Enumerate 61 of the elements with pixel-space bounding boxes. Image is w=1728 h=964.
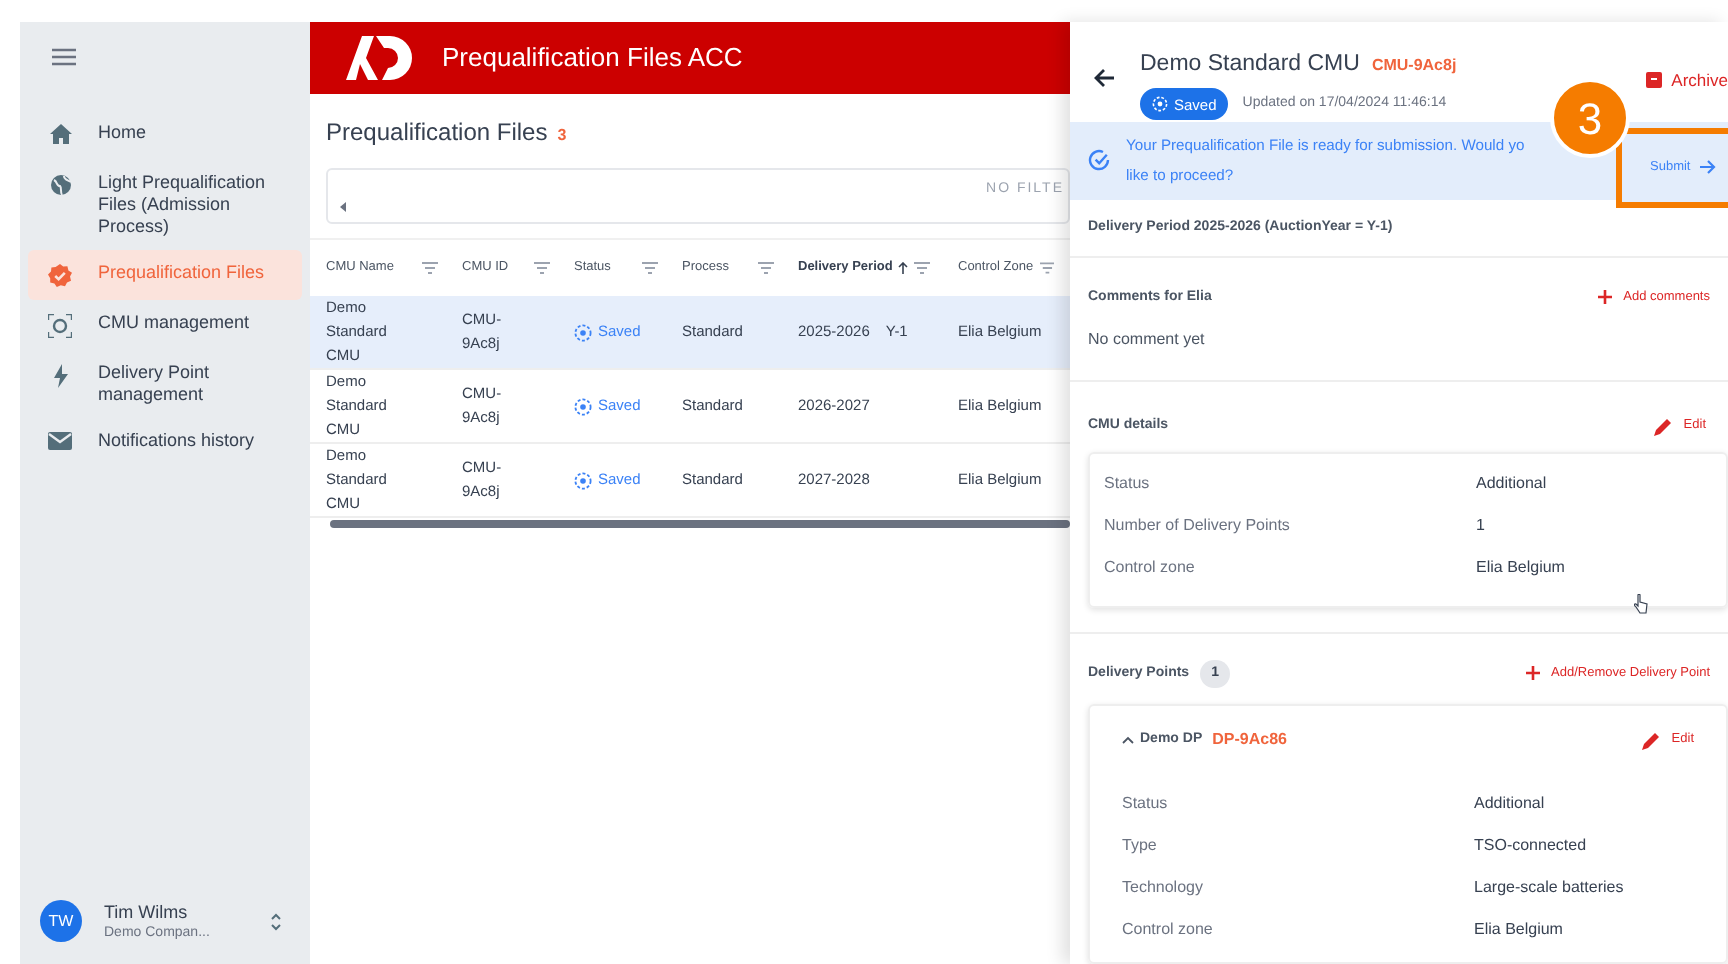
horizontal-scrollbar[interactable] bbox=[330, 520, 1070, 528]
field-value: TSO-connected bbox=[1474, 834, 1587, 858]
user-name: Tim Wilms bbox=[104, 901, 190, 923]
field-label: Technology bbox=[1122, 876, 1205, 900]
mail-icon bbox=[48, 432, 72, 450]
plus-icon bbox=[1525, 666, 1540, 681]
check-badge-icon bbox=[48, 264, 72, 288]
chevron-up-down-icon[interactable] bbox=[270, 911, 282, 931]
pencil-icon bbox=[1653, 417, 1672, 436]
delivery-point-code: DP-9Ac86 bbox=[1212, 728, 1287, 752]
status-saved-icon bbox=[574, 397, 592, 415]
check-circle-icon bbox=[1088, 148, 1112, 173]
status-saved-icon bbox=[574, 323, 592, 341]
logo-icon bbox=[342, 34, 414, 82]
filter-icon[interactable] bbox=[642, 262, 658, 274]
nav-item[interactable]: CMU management bbox=[28, 300, 302, 350]
status-saved-icon bbox=[574, 471, 592, 489]
app-title: Prequalification Files ACC bbox=[442, 40, 743, 77]
chevron-up-icon bbox=[1122, 736, 1134, 744]
home-icon bbox=[49, 124, 71, 144]
filter-icon[interactable] bbox=[1039, 262, 1054, 274]
archive-button[interactable]: Archive bbox=[1645, 68, 1728, 94]
menu-icon[interactable] bbox=[52, 48, 76, 66]
file-count: 3 bbox=[557, 124, 567, 148]
field-label: Type bbox=[1122, 834, 1159, 858]
field-value: Large-scale batteries bbox=[1474, 876, 1624, 900]
status-saved-icon bbox=[1152, 96, 1168, 113]
field-label: Status bbox=[1104, 471, 1152, 495]
globe-icon bbox=[49, 174, 71, 196]
back-arrow-icon[interactable] bbox=[1094, 68, 1114, 88]
nav-item[interactable]: Delivery Point management bbox=[28, 350, 302, 418]
field-value: Additional bbox=[1474, 792, 1545, 816]
archive-icon bbox=[1645, 72, 1662, 89]
filter-icon[interactable] bbox=[758, 262, 774, 274]
field-label: Status bbox=[1122, 792, 1170, 816]
plus-icon bbox=[1597, 290, 1612, 305]
field-label: Control zone bbox=[1122, 918, 1215, 942]
pencil-icon bbox=[1641, 731, 1660, 749]
field-value: Additional bbox=[1476, 471, 1547, 495]
user-avatar[interactable]: TW bbox=[40, 900, 82, 942]
nav-item[interactable]: Home bbox=[28, 110, 302, 156]
pointer-cursor-icon bbox=[1634, 594, 1648, 614]
detail-title: Demo Standard CMU bbox=[1140, 50, 1360, 80]
empty-comment-text: No comment yet bbox=[1088, 328, 1207, 352]
filter-icon[interactable] bbox=[422, 262, 438, 274]
field-value: 1 bbox=[1476, 513, 1485, 537]
lightning-icon bbox=[53, 364, 67, 388]
scan-icon bbox=[48, 314, 72, 338]
filter-icon[interactable] bbox=[534, 262, 550, 274]
cmu-code: CMU-9Ac8j bbox=[1371, 54, 1457, 78]
field-value: Elia Belgium bbox=[1476, 555, 1565, 579]
arrow-right-icon bbox=[1700, 160, 1717, 175]
field-label: Control zone bbox=[1104, 555, 1197, 579]
nav-item[interactable]: Light Prequalification Files (Admission Process) bbox=[28, 160, 302, 250]
scroll-left-icon[interactable] bbox=[340, 201, 346, 211]
page-title: Prequalification Files bbox=[326, 116, 548, 150]
nav-item[interactable]: Notifications history bbox=[28, 418, 302, 464]
field-value: Elia Belgium bbox=[1474, 918, 1563, 942]
sort-up-icon[interactable] bbox=[898, 262, 909, 274]
field-label: Number of Delivery Points bbox=[1104, 513, 1292, 537]
step-number: 3 bbox=[1550, 78, 1630, 158]
